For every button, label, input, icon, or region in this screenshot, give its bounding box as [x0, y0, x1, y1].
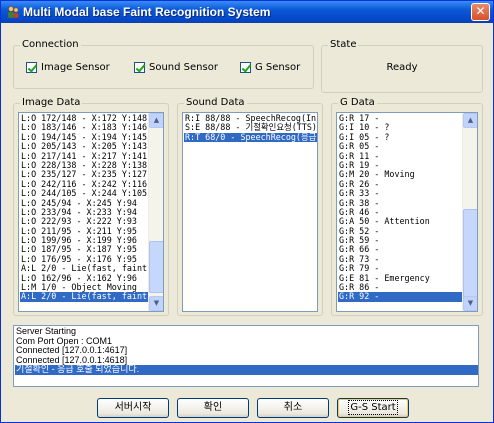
sound-data-list[interactable]: R:I 88/88 - SpeechRecog(InitiaS:E 88/88 …: [182, 112, 318, 312]
chevron-down-icon[interactable]: ▼: [463, 296, 477, 311]
gs-start-button[interactable]: G-S Start: [337, 398, 409, 418]
state-value: Ready: [386, 62, 418, 73]
checkbox-checked-icon: [26, 62, 37, 73]
g-data-group-title: G Data: [338, 97, 377, 109]
list-item[interactable]: A:L 2/0 - Lie(fast, faint): [20, 292, 152, 302]
chevron-up-icon[interactable]: ▲: [149, 113, 163, 128]
sound-data-group: Sound Data R:I 88/88 - SpeechRecog(Initi…: [177, 97, 323, 316]
server-log[interactable]: Server Starting Com Port Open : COM1 Conne…: [13, 325, 479, 387]
scroll-thumb[interactable]: [463, 209, 477, 299]
state-group: State Ready: [321, 39, 483, 93]
dialog-body: Connection Image Sensor Sound Sensor G S…: [5, 23, 491, 420]
image-data-list[interactable]: L:O 172/148 - X:172 Y:148 L:O 183/146 - X…: [18, 112, 164, 312]
image-sensor-checkbox[interactable]: Image Sensor: [26, 62, 110, 73]
close-icon[interactable]: ✕: [471, 3, 490, 21]
g-sensor-checkbox[interactable]: G Sensor: [240, 62, 300, 73]
list-item[interactable]: R:T 68/0 - SpeechRecog(응급: [184, 132, 317, 143]
cancel-button[interactable]: 취소: [257, 398, 329, 418]
list-item[interactable]: G:R 92 -: [338, 292, 462, 302]
window-title: Multi Modal base Faint Recognition Syste…: [23, 5, 271, 19]
checkbox-checked-icon: [134, 62, 145, 73]
server-log-rows: Server Starting Com Port Open : COM1 Conne…: [15, 326, 478, 375]
scroll-thumb[interactable]: [149, 241, 163, 293]
ok-button[interactable]: 확인: [177, 398, 249, 418]
people-icon: [8, 6, 19, 18]
g-data-scrollbar[interactable]: ▲ ▼: [462, 113, 477, 311]
chevron-down-icon[interactable]: ▼: [149, 296, 163, 311]
state-group-title: State: [328, 39, 359, 51]
gs-start-label: G-S Start: [348, 400, 398, 415]
sound-sensor-label: Sound Sensor: [149, 62, 218, 73]
connection-group: Connection Image Sensor Sound Sensor G S…: [13, 39, 314, 89]
server-start-button[interactable]: 서버시작: [97, 398, 169, 418]
server-start-label: 서버시작: [114, 402, 152, 413]
image-data-group-title: Image Data: [20, 97, 83, 109]
app-window: Multi Modal base Faint Recognition Syste…: [0, 0, 494, 423]
g-data-list[interactable]: G:R 17 - G:I 10 - ? G:I 05 - ? G:R 05 - G:R …: [336, 112, 478, 312]
image-sensor-label: Image Sensor: [41, 62, 110, 73]
image-data-rows: L:O 172/148 - X:172 Y:148 L:O 183/146 - X…: [20, 113, 152, 302]
cancel-label: 취소: [283, 402, 303, 413]
connection-group-title: Connection: [20, 39, 81, 51]
g-data-group: G Data G:R 17 - G:I 10 - ? G:I 05 - ? G:R 0…: [331, 97, 483, 316]
g-data-rows: G:R 17 - G:I 10 - ? G:I 05 - ? G:R 05 - G:R …: [338, 113, 462, 302]
image-data-group: Image Data L:O 172/148 - X:172 Y:148 L:O …: [13, 97, 169, 316]
sound-data-rows: R:I 88/88 - SpeechRecog(InitiaS:E 88/88 …: [184, 113, 317, 143]
image-data-scrollbar[interactable]: ▲ ▼: [148, 113, 163, 311]
list-item[interactable]: 기절확인 - 응급 호출 되었습니다.: [15, 365, 478, 375]
ok-label: 확인: [203, 402, 223, 413]
sound-data-group-title: Sound Data: [184, 97, 247, 109]
chevron-up-icon[interactable]: ▲: [463, 113, 477, 128]
title-bar[interactable]: Multi Modal base Faint Recognition Syste…: [1, 1, 493, 23]
checkbox-checked-icon: [240, 62, 251, 73]
sound-sensor-checkbox[interactable]: Sound Sensor: [134, 62, 218, 73]
g-sensor-label: G Sensor: [255, 62, 301, 73]
